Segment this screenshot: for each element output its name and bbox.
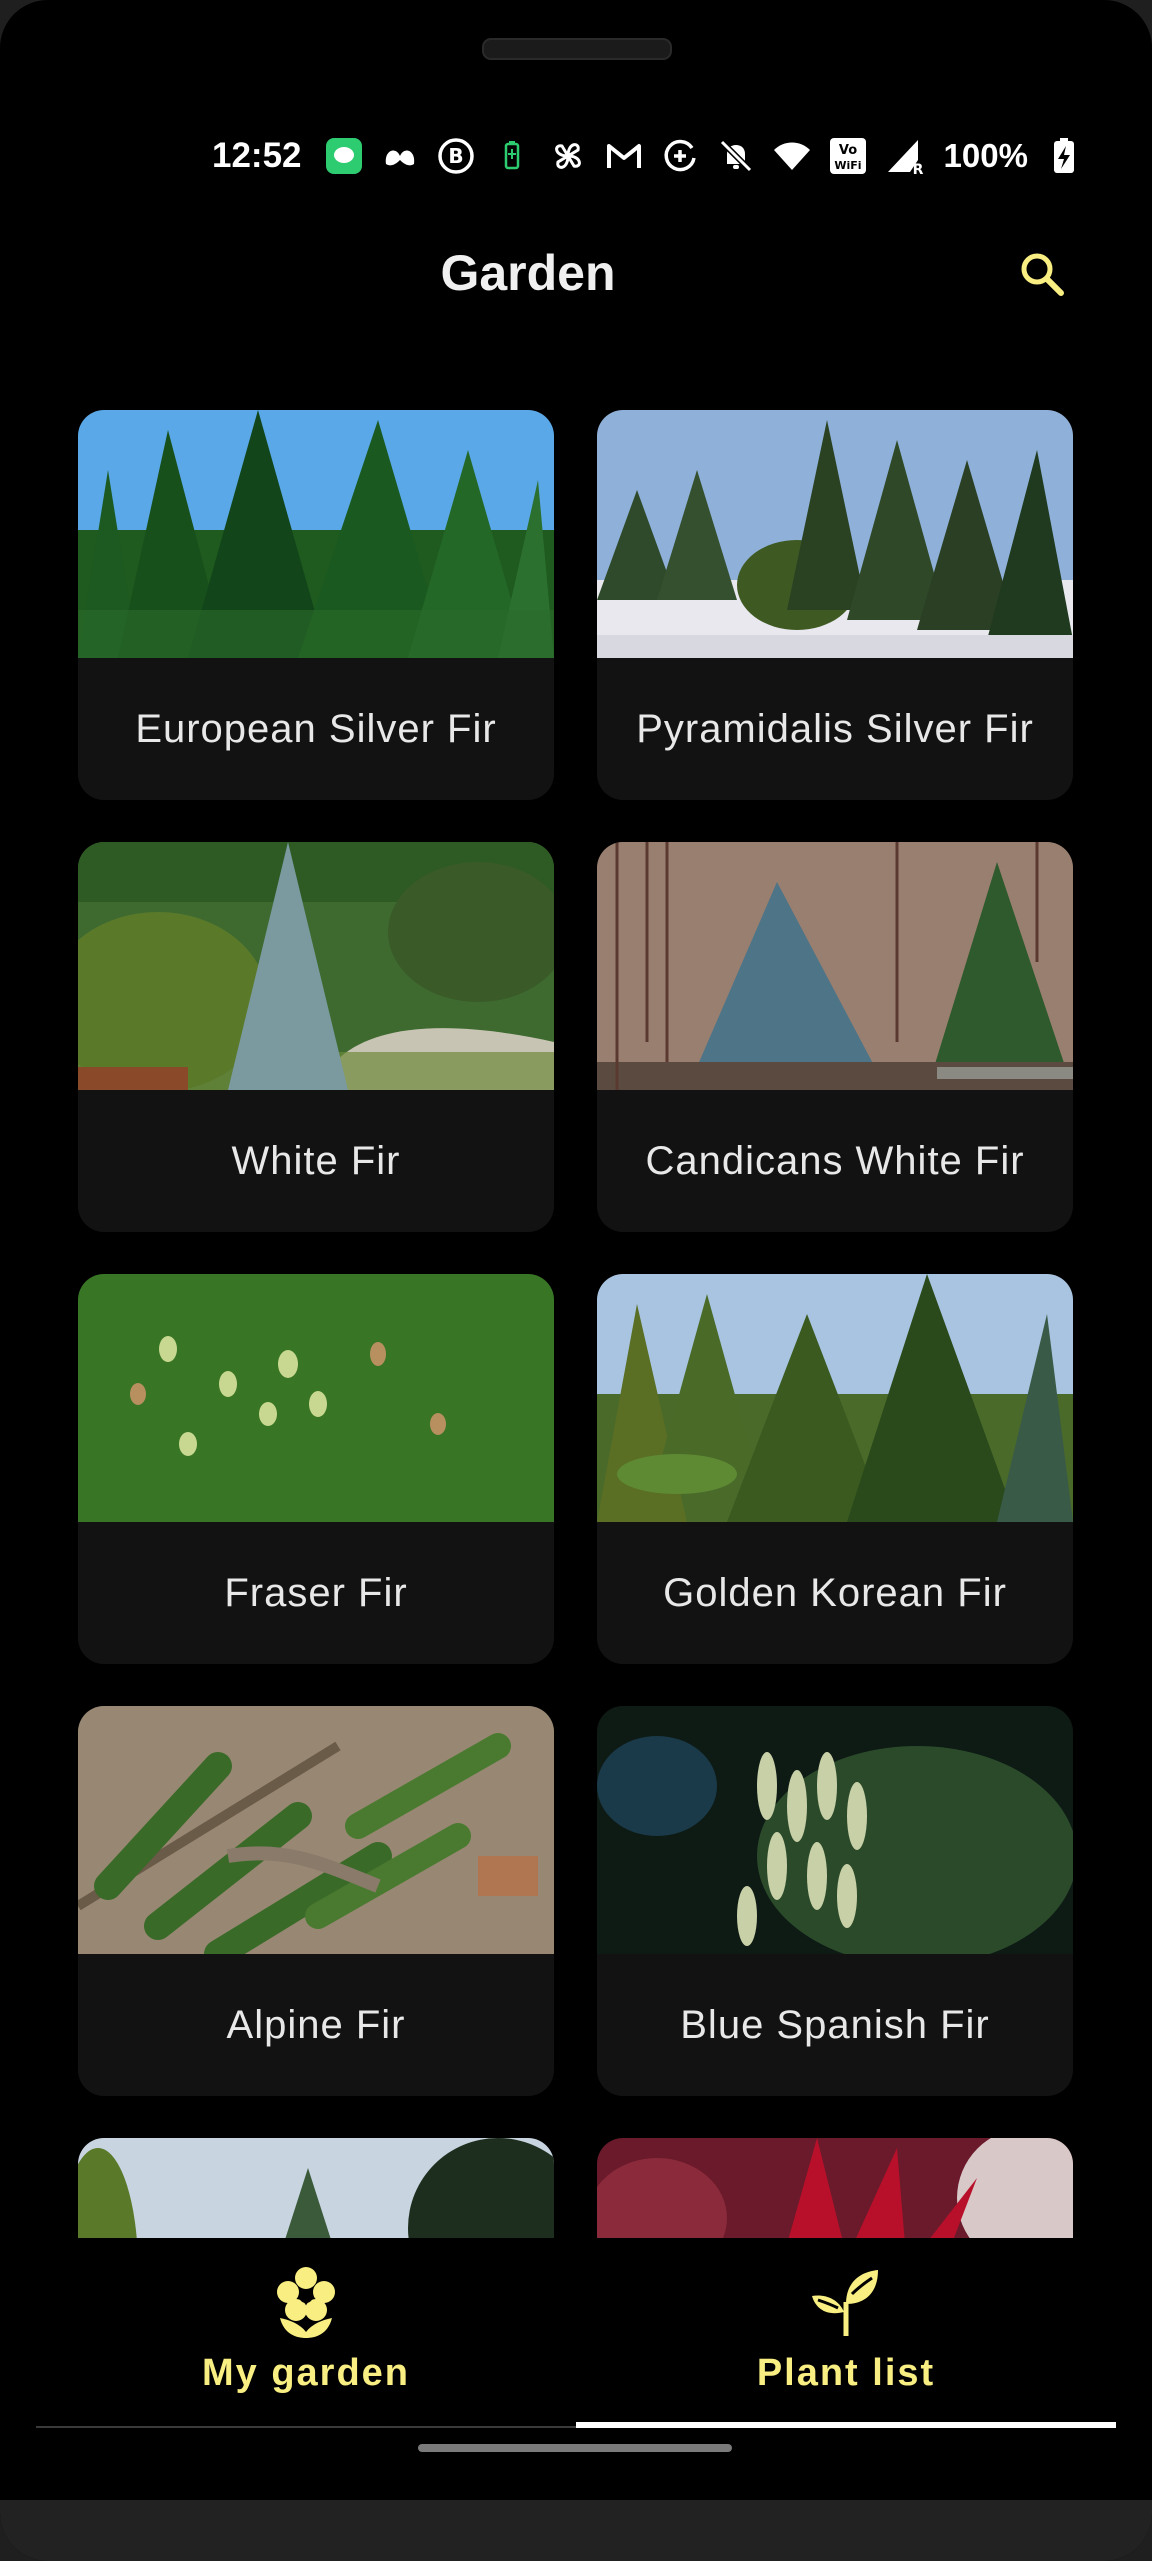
plant-photo xyxy=(78,1274,554,1522)
gmail-icon xyxy=(604,136,644,176)
plant-card[interactable]: Pyramidalis Silver Fir xyxy=(597,410,1073,800)
plant-card[interactable]: Blue Spanish Fir xyxy=(597,1706,1073,2096)
status-time: 12:52 xyxy=(212,136,302,175)
plant-card[interactable]: European Silver Fir xyxy=(78,410,554,800)
svg-text:R: R xyxy=(912,162,923,176)
phone-screen: 12:52 B Vo WiFi R 100% Garden European S… xyxy=(0,0,1152,2561)
chat-app-icon xyxy=(324,136,364,176)
plant-photo xyxy=(597,2138,1073,2238)
wifi-icon xyxy=(772,136,812,176)
plant-photo xyxy=(78,1706,554,1954)
nav-label: Plant list xyxy=(756,2352,936,2394)
plant-card[interactable]: Alpine Fir xyxy=(78,1706,554,2096)
nav-plant-list[interactable]: Plant list xyxy=(576,2238,1116,2428)
page-title: Garden xyxy=(440,245,616,301)
battery-charging-icon xyxy=(1044,136,1084,176)
plant-name: Fraser Fir xyxy=(224,1570,408,1615)
plant-photo xyxy=(597,842,1073,1090)
svg-text:B: B xyxy=(448,144,463,168)
plant-card[interactable]: White Fir xyxy=(78,842,554,1232)
plant-card[interactable]: Fraser Fir xyxy=(78,1274,554,1664)
plant-card[interactable]: Candicans White Fir xyxy=(597,842,1073,1232)
svg-text:WiFi: WiFi xyxy=(834,159,861,172)
nav-my-garden[interactable]: My garden xyxy=(36,2238,576,2428)
sprout-icon xyxy=(812,2270,878,2336)
search-button[interactable] xyxy=(1010,242,1074,306)
battery-percent: 100% xyxy=(943,137,1028,174)
plant-photo xyxy=(78,2138,554,2238)
plant-photo xyxy=(597,1706,1073,1954)
plant-photo xyxy=(597,410,1073,658)
battery-saver-icon xyxy=(492,136,532,176)
pinwheel-app-icon xyxy=(548,136,588,176)
plant-photo xyxy=(78,842,554,1090)
add-circle-icon xyxy=(660,136,700,176)
bottom-navigation: My garden Plant list xyxy=(0,2238,1152,2428)
plant-photo xyxy=(78,410,554,658)
plant-card[interactable]: Golden Korean Fir xyxy=(597,1274,1073,1664)
flower-icon xyxy=(277,2267,335,2338)
plant-name: European Silver Fir xyxy=(135,706,497,751)
butterfly-app-icon xyxy=(380,136,420,176)
plant-grid[interactable]: European Silver Fir Pyramidalis Silver F… xyxy=(0,400,1152,2238)
status-bar: 12:52 B Vo WiFi R 100% xyxy=(212,128,1084,184)
svg-text:Vo: Vo xyxy=(838,143,856,158)
signal-icon: R xyxy=(884,136,924,176)
b-app-icon: B xyxy=(436,136,476,176)
plant-name: Alpine Fir xyxy=(226,2002,406,2047)
bell-off-icon xyxy=(716,136,756,176)
plant-name: Pyramidalis Silver Fir xyxy=(636,706,1034,751)
plant-name: Golden Korean Fir xyxy=(663,1570,1007,1615)
app-bar: Garden xyxy=(0,230,1152,320)
search-icon xyxy=(1021,253,1064,296)
selected-tab-indicator xyxy=(576,2422,1116,2428)
plant-photo xyxy=(597,1274,1073,1522)
speaker-grille xyxy=(482,38,672,60)
plant-card[interactable] xyxy=(597,2138,1073,2238)
bottom-bezel xyxy=(0,2500,1152,2561)
gesture-handle[interactable] xyxy=(418,2444,732,2452)
plant-card[interactable] xyxy=(78,2138,554,2238)
plant-name: Candicans White Fir xyxy=(645,1138,1025,1183)
plant-name: White Fir xyxy=(231,1138,401,1183)
vowifi-icon: Vo WiFi xyxy=(828,136,868,176)
plant-name: Blue Spanish Fir xyxy=(680,2002,990,2047)
nav-label: My garden xyxy=(201,2352,411,2394)
